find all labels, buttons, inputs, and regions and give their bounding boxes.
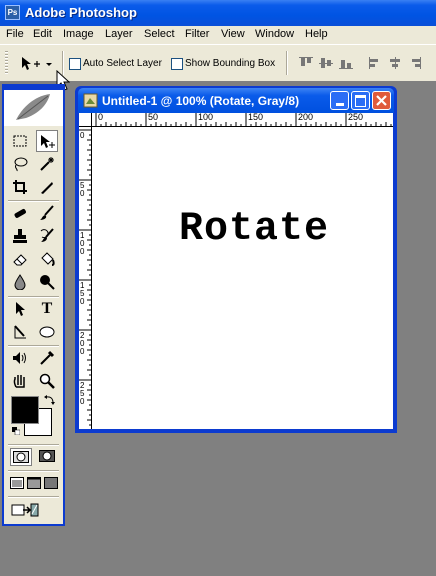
menu-bar: File Edit Image Layer Select Filter View… bbox=[0, 26, 436, 44]
document-window: Untitled-1 @ 100% (Rotate, Gray/8) 0 50 10… bbox=[75, 86, 397, 433]
options-bar-grip[interactable] bbox=[5, 51, 8, 75]
align-left-edges-icon[interactable] bbox=[368, 57, 382, 69]
app-titlebar: Ps Adobe Photoshop bbox=[0, 0, 436, 26]
menu-image[interactable]: Image bbox=[63, 28, 94, 40]
foreground-color-swatch[interactable] bbox=[11, 396, 39, 424]
ruler-origin[interactable] bbox=[79, 113, 92, 127]
move-tool-icon bbox=[22, 57, 52, 70]
vertical-ruler[interactable]: 0 5 0 1 0 0 1 5 0 2 0 0 2 5 0 bbox=[79, 127, 92, 431]
ruler-label: 100 bbox=[198, 112, 214, 122]
ruler-label: 1 0 0 bbox=[80, 231, 85, 256]
dodge-tool-icon[interactable] bbox=[36, 271, 58, 293]
lasso-tool-icon[interactable] bbox=[9, 153, 31, 175]
align-bottom-edges-icon[interactable] bbox=[339, 57, 353, 69]
photoshop-app-icon[interactable]: Ps bbox=[5, 5, 20, 20]
minimize-icon bbox=[335, 103, 344, 106]
quick-mask-mode-icon[interactable] bbox=[36, 448, 58, 466]
ruler-label: 50 bbox=[148, 112, 159, 122]
menu-select[interactable]: Select bbox=[144, 28, 175, 40]
zoom-tool-icon[interactable] bbox=[36, 370, 58, 392]
show-bounding-box-checkbox[interactable] bbox=[171, 58, 183, 70]
type-tool-icon[interactable]: T bbox=[36, 298, 58, 320]
hand-tool-icon[interactable] bbox=[9, 370, 31, 392]
default-colors-icon[interactable] bbox=[12, 426, 21, 436]
ruler-label: 0 bbox=[80, 131, 85, 140]
toolbox-separator bbox=[8, 496, 59, 498]
auto-select-layer-checkbox[interactable] bbox=[69, 58, 81, 70]
app-title: Adobe Photoshop bbox=[25, 5, 137, 20]
standard-mode-icon[interactable] bbox=[10, 448, 32, 466]
crop-tool-icon[interactable] bbox=[9, 176, 31, 198]
rectangular-marquee-tool-icon[interactable] bbox=[9, 130, 31, 152]
blur-tool-icon[interactable] bbox=[9, 271, 31, 293]
show-bounding-box-label: Show Bounding Box bbox=[185, 58, 276, 69]
toolbox-header[interactable] bbox=[4, 86, 63, 126]
maximize-button[interactable] bbox=[351, 91, 370, 110]
full-screen-menu-mode-icon[interactable] bbox=[26, 474, 42, 492]
align-horizontal-centers-icon[interactable] bbox=[388, 57, 402, 69]
align-right-edges-icon[interactable] bbox=[408, 57, 422, 69]
standard-screen-mode-icon[interactable] bbox=[9, 474, 25, 492]
canvas-text-layer[interactable]: Rotate bbox=[179, 207, 329, 252]
feather-logo-icon bbox=[4, 86, 63, 120]
notes-tool-icon[interactable] bbox=[9, 347, 31, 369]
move-tool-icon[interactable] bbox=[36, 130, 58, 152]
pen-tool-icon[interactable] bbox=[9, 321, 31, 343]
ellipse-tool-icon[interactable] bbox=[36, 321, 58, 343]
ruler-label: 1 5 0 bbox=[80, 281, 85, 306]
eraser-tool-icon[interactable] bbox=[9, 248, 31, 270]
clone-stamp-tool-icon[interactable] bbox=[9, 225, 31, 247]
ruler-label: 2 0 0 bbox=[80, 331, 85, 356]
menu-edit[interactable]: Edit bbox=[33, 28, 52, 40]
document-client-area: 0 50 100 150 200 250 0 5 0 1 0 0 1 5 0 2 0 0 2 5 0… bbox=[79, 112, 397, 431]
align-vertical-centers-icon[interactable] bbox=[319, 57, 333, 69]
paint-bucket-tool-icon[interactable] bbox=[36, 248, 58, 270]
close-icon bbox=[376, 95, 387, 106]
slice-tool-icon[interactable] bbox=[36, 176, 58, 198]
auto-select-layer-label: Auto Select Layer bbox=[83, 58, 162, 69]
menu-filter[interactable]: Filter bbox=[185, 28, 209, 40]
toolbox-separator bbox=[8, 470, 59, 472]
ruler-label: 250 bbox=[348, 112, 364, 122]
eyedropper-tool-icon[interactable] bbox=[36, 347, 58, 369]
ruler-label: 0 bbox=[98, 112, 104, 122]
options-separator bbox=[286, 51, 288, 75]
document-icon[interactable] bbox=[83, 93, 98, 108]
brush-tool-icon[interactable] bbox=[36, 202, 58, 224]
menu-layer[interactable]: Layer bbox=[105, 28, 133, 40]
swap-colors-icon[interactable] bbox=[44, 394, 56, 406]
magic-wand-tool-icon[interactable] bbox=[36, 153, 58, 175]
maximize-icon bbox=[355, 95, 366, 107]
ruler-label: 200 bbox=[298, 112, 314, 122]
menu-file[interactable]: File bbox=[6, 28, 24, 40]
menu-view[interactable]: View bbox=[221, 28, 245, 40]
ruler-label: 2 5 0 bbox=[80, 381, 85, 406]
document-title: Untitled-1 @ 100% (Rotate, Gray/8) bbox=[102, 94, 300, 108]
ruler-label: 5 0 bbox=[80, 181, 85, 198]
canvas[interactable] bbox=[92, 127, 393, 429]
align-top-edges-icon[interactable] bbox=[299, 57, 313, 69]
menu-help[interactable]: Help bbox=[305, 28, 328, 40]
document-titlebar[interactable]: Untitled-1 @ 100% (Rotate, Gray/8) bbox=[78, 88, 394, 113]
path-selection-tool-icon[interactable] bbox=[9, 298, 31, 320]
healing-brush-tool-icon[interactable] bbox=[9, 202, 31, 224]
minimize-button[interactable] bbox=[330, 91, 349, 110]
full-screen-mode-icon[interactable] bbox=[43, 474, 59, 492]
ruler-label: 150 bbox=[248, 112, 264, 122]
menu-window[interactable]: Window bbox=[255, 28, 294, 40]
tool-preset-picker[interactable] bbox=[20, 54, 54, 74]
toolbox-panel: T bbox=[2, 84, 65, 526]
horizontal-ruler[interactable]: 0 50 100 150 200 250 bbox=[79, 112, 397, 127]
toolbox-separator bbox=[8, 444, 59, 446]
close-button[interactable] bbox=[372, 91, 391, 110]
jump-to-imageready-icon[interactable] bbox=[9, 500, 41, 520]
history-brush-tool-icon[interactable] bbox=[36, 225, 58, 247]
